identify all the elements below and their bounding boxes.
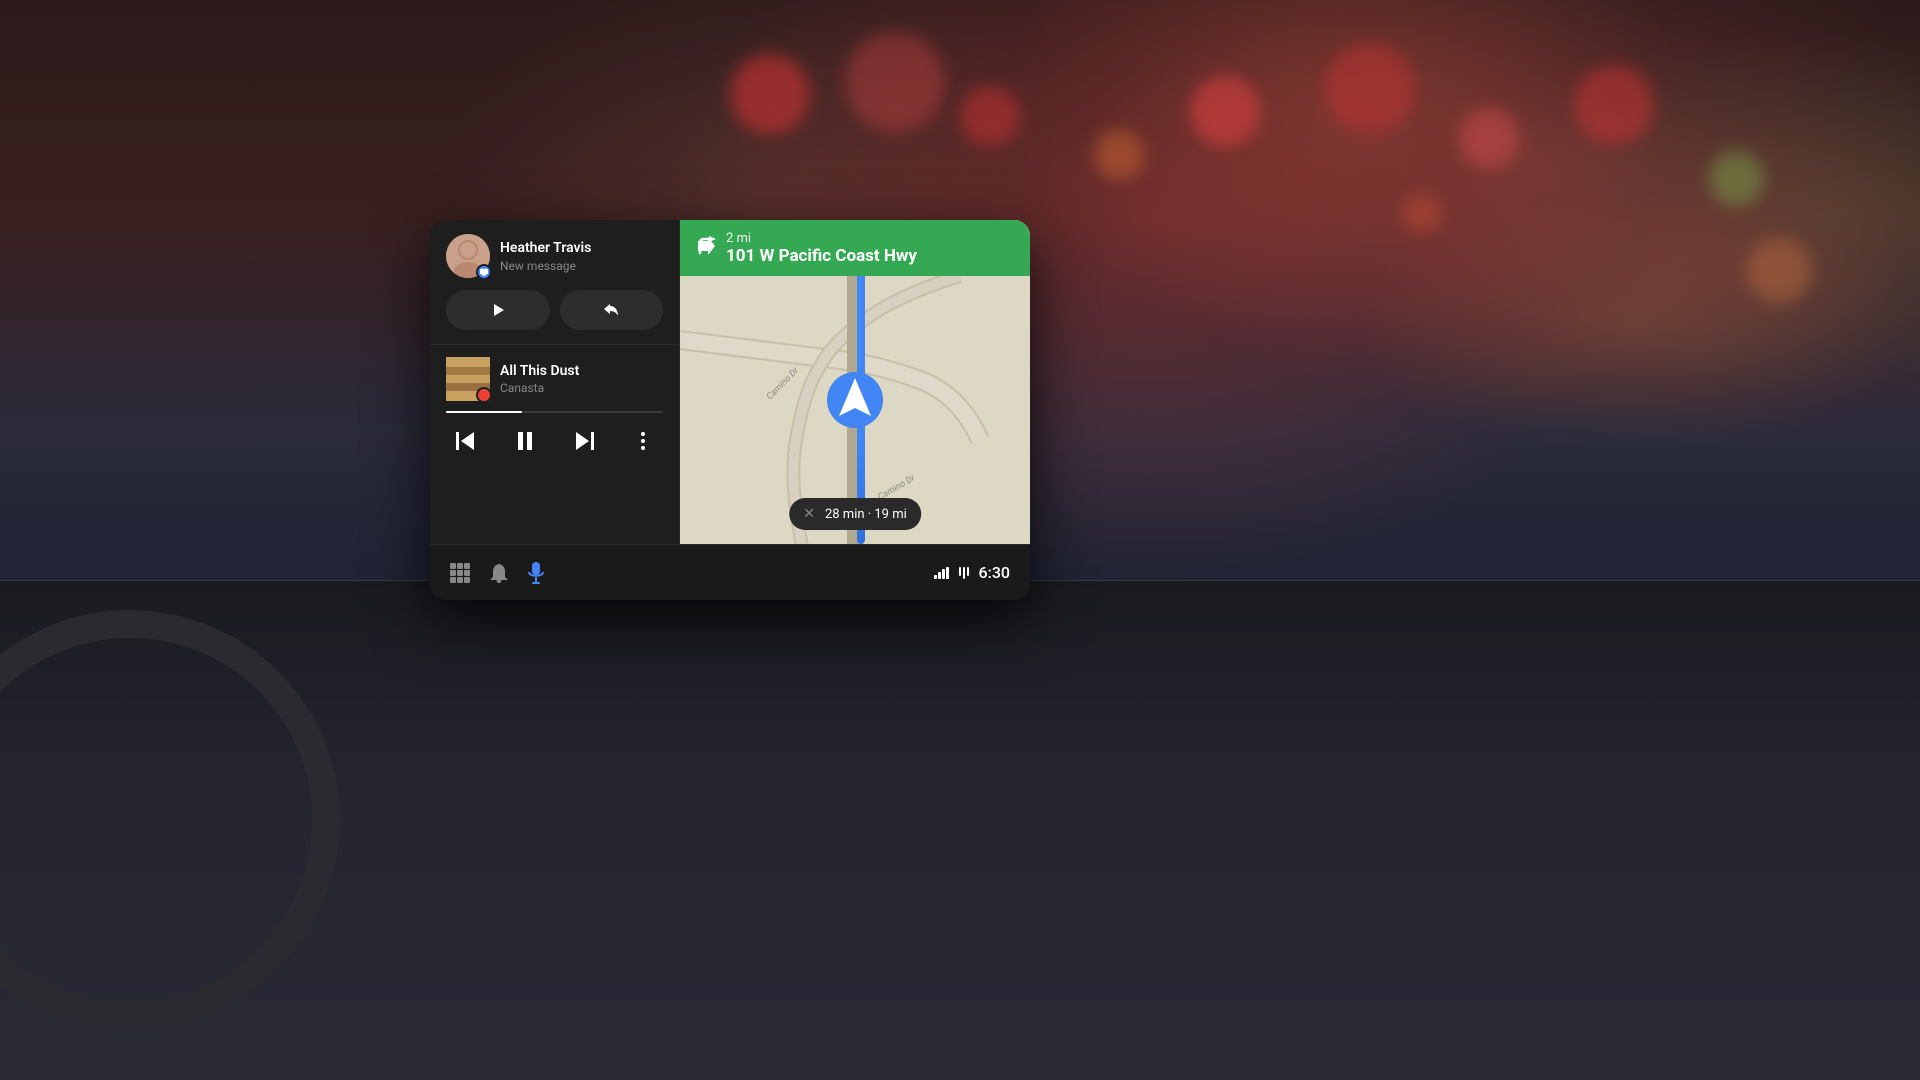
- bokeh-light: [1709, 151, 1764, 206]
- map-panel[interactable]: Camino Dr Camino Dr 2 mi 101 W P: [680, 220, 1030, 544]
- progress-bar[interactable]: [446, 411, 663, 413]
- bokeh-light: [1190, 76, 1260, 146]
- bokeh-light: [1094, 130, 1144, 180]
- nav-header: 2 mi 101 W Pacific Coast Hwy: [680, 220, 1030, 276]
- nav-distance-text: 2 mi: [726, 231, 917, 246]
- reply-message-button[interactable]: [560, 290, 664, 330]
- contact-name: Heather Travis: [500, 239, 663, 257]
- bokeh-light: [1747, 238, 1812, 303]
- main-content: Heather Travis New message: [430, 220, 1030, 544]
- bokeh-light: [845, 32, 945, 132]
- turn-arrow-icon: [694, 235, 716, 262]
- signal-bar-1: [934, 575, 937, 579]
- pause-button[interactable]: [509, 425, 541, 457]
- notifications-button[interactable]: [490, 563, 508, 583]
- bokeh-light: [1325, 43, 1415, 133]
- song-artist: Canasta: [500, 381, 663, 395]
- messages-badge: [476, 264, 492, 280]
- signal-icon: [934, 567, 949, 579]
- message-card[interactable]: Heather Travis New message: [430, 220, 679, 345]
- app-launcher-button[interactable]: [450, 563, 470, 583]
- signal-bar-4: [946, 567, 949, 579]
- message-info: Heather Travis New message: [500, 239, 663, 273]
- signal-bar-2: [938, 572, 941, 579]
- music-controls: [446, 425, 663, 457]
- eta-text: 28 min · 19 mi: [825, 507, 907, 522]
- bokeh-light: [1574, 65, 1654, 145]
- message-actions: [446, 290, 663, 330]
- bokeh-light: [1459, 108, 1519, 168]
- bokeh-light: [730, 54, 810, 134]
- message-subtitle: New message: [500, 259, 663, 273]
- signal-bar-3: [942, 569, 945, 579]
- android-auto-display: Heather Travis New message: [430, 220, 1030, 600]
- music-header: All This Dust Canasta: [446, 357, 663, 401]
- bokeh-light: [1402, 194, 1442, 234]
- close-eta-button[interactable]: ✕: [803, 506, 815, 522]
- bottom-left-icons: [450, 562, 544, 584]
- bokeh-light: [960, 86, 1020, 146]
- bottom-bar: 6:30: [430, 544, 1030, 600]
- wifi-icon: [957, 567, 971, 579]
- eta-banner: ✕ 28 min · 19 mi: [789, 498, 921, 530]
- clock: 6:30: [979, 563, 1011, 582]
- nav-street-name: 101 W Pacific Coast Hwy: [726, 246, 917, 266]
- music-card[interactable]: All This Dust Canasta: [430, 345, 679, 544]
- music-app-badge: [476, 387, 492, 403]
- left-panel: Heather Travis New message: [430, 220, 680, 544]
- microphone-button[interactable]: [528, 562, 544, 584]
- more-options-button[interactable]: [627, 425, 659, 457]
- song-info: All This Dust Canasta: [500, 363, 663, 395]
- previous-track-button[interactable]: [450, 425, 482, 457]
- next-track-button[interactable]: [568, 425, 600, 457]
- play-message-button[interactable]: [446, 290, 550, 330]
- nav-distance: 2 mi 101 W Pacific Coast Hwy: [726, 231, 917, 266]
- status-area: 6:30: [934, 563, 1011, 582]
- progress-fill: [446, 411, 522, 413]
- navigation-arrow: [825, 370, 885, 434]
- message-header: Heather Travis New message: [446, 234, 663, 278]
- avatar-container: [446, 234, 490, 278]
- song-title: All This Dust: [500, 363, 663, 379]
- album-art: [446, 357, 490, 401]
